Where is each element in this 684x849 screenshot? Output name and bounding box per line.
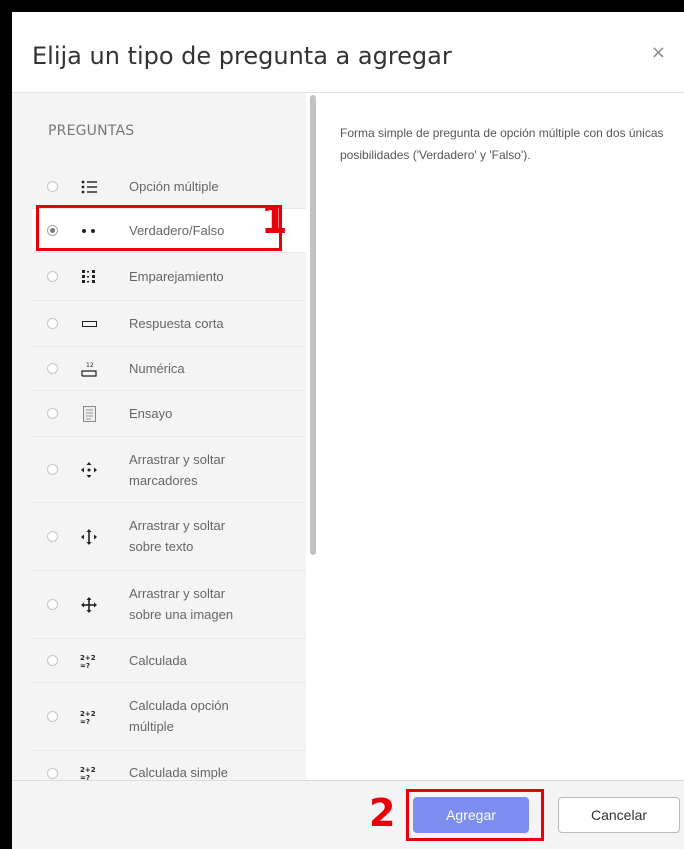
svg-text:=?: =? — [80, 662, 90, 669]
add-question-dialog: Elija un tipo de pregunta a agregar × PR… — [12, 12, 684, 849]
option-short-answer[interactable]: Respuesta corta — [32, 301, 306, 347]
dialog-footer: Agregar Cancelar — [12, 780, 684, 849]
drag-drop-markers-icon — [80, 461, 98, 479]
option-label: Opción múltiple — [129, 179, 219, 194]
svg-text:2+2: 2+2 — [80, 710, 96, 718]
option-drag-drop-text[interactable]: Arrastrar y soltar sobre texto — [32, 503, 306, 571]
option-label: Emparejamiento — [129, 269, 224, 284]
cancel-button[interactable]: Cancelar — [558, 797, 680, 833]
option-calculated[interactable]: 2+2 =? Calculada — [32, 639, 306, 683]
drag-drop-text-icon — [80, 528, 98, 546]
annotation-step2-number: 2 — [369, 791, 396, 835]
option-numerical[interactable]: 12 Numérica — [32, 347, 306, 391]
dialog-header: Elija un tipo de pregunta a agregar × — [12, 12, 684, 93]
option-label: Calculada simple — [129, 765, 228, 780]
option-calculated-multichoice[interactable]: 2+2 =? Calculada opción múltiple — [32, 683, 306, 751]
option-drag-drop-image[interactable]: Arrastrar y soltar sobre una imagen — [32, 571, 306, 639]
question-type-description: Forma simple de pregunta de opción múlti… — [340, 126, 664, 162]
radio-button[interactable] — [47, 599, 58, 610]
calculated-icon: 2+2 =? — [80, 652, 98, 670]
svg-text:=?: =? — [80, 718, 90, 725]
svg-text:2+2: 2+2 — [80, 766, 96, 774]
annotation-step1-number: 1 — [261, 198, 288, 242]
option-label: Arrastrar y soltar — [129, 586, 226, 601]
annotation-box-step2 — [406, 789, 544, 841]
numerical-icon: 12 — [80, 360, 98, 378]
section-label: PREGUNTAS — [48, 123, 135, 139]
option-label: Numérica — [129, 361, 185, 376]
option-label: sobre texto — [129, 539, 194, 554]
radio-button[interactable] — [47, 363, 58, 374]
multichoice-icon — [80, 178, 98, 196]
option-label: múltiple — [129, 719, 174, 734]
option-label: Calculada — [129, 653, 187, 668]
radio-button[interactable] — [47, 531, 58, 542]
matching-icon — [80, 268, 98, 286]
option-drag-drop-markers[interactable]: Arrastrar y soltar marcadores — [32, 437, 306, 503]
list-scrollbar[interactable] — [310, 95, 316, 555]
radio-button[interactable] — [47, 767, 58, 779]
question-type-list: PREGUNTAS Opción múltiple Verdadero/Fals… — [12, 93, 306, 781]
option-matching[interactable]: Emparejamiento — [32, 253, 306, 301]
drag-drop-image-icon — [80, 596, 98, 614]
option-label: sobre una imagen — [129, 607, 234, 622]
dialog-title: Elija un tipo de pregunta a agregar — [32, 42, 452, 70]
option-calculated-simple[interactable]: 2+2 =? Calculada simple — [32, 751, 306, 781]
radio-button[interactable] — [47, 181, 58, 192]
radio-button[interactable] — [47, 271, 58, 282]
option-label: Arrastrar y soltar — [129, 518, 226, 533]
annotation-box-step1 — [36, 205, 282, 251]
calculated-multichoice-icon: 2+2 =? — [80, 708, 98, 726]
essay-icon — [80, 405, 98, 423]
radio-button[interactable] — [47, 655, 58, 666]
radio-button[interactable] — [47, 318, 58, 329]
close-icon[interactable]: × — [651, 42, 666, 63]
svg-text:2+2: 2+2 — [80, 654, 96, 662]
option-label: marcadores — [129, 473, 198, 488]
radio-button[interactable] — [47, 464, 58, 475]
calculated-simple-icon: 2+2 =? — [80, 764, 98, 781]
radio-button[interactable] — [47, 408, 58, 419]
svg-text:12: 12 — [86, 362, 94, 369]
option-essay[interactable]: Ensayo — [32, 391, 306, 437]
short-answer-icon — [80, 315, 98, 333]
option-label: Calculada opción — [129, 698, 229, 713]
radio-button[interactable] — [47, 711, 58, 722]
option-label: Ensayo — [129, 406, 173, 421]
option-label: Arrastrar y soltar — [129, 452, 226, 467]
option-label: Respuesta corta — [129, 316, 224, 331]
